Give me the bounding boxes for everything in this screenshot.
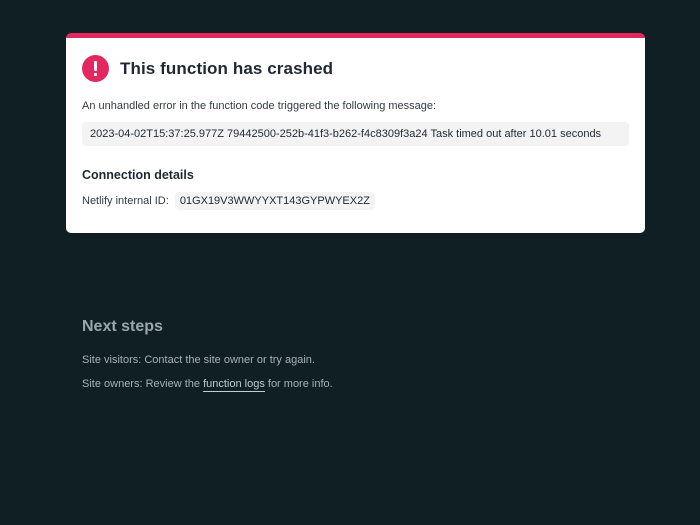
next-steps-heading: Next steps [82, 318, 163, 335]
function-logs-link[interactable]: function logs [203, 378, 265, 392]
site-owners-prefix: Site owners: Review the [82, 378, 204, 390]
site-owners-suffix: for more info. [264, 378, 333, 390]
internal-id-label: Netlify internal ID: [82, 195, 169, 207]
site-owners-text: Site owners: Review the function logs fo… [82, 378, 333, 392]
internal-id-row: Netlify internal ID: 01GX19V3WWYYXT143GY… [82, 192, 375, 210]
page-title: This function has crashed [120, 58, 334, 78]
connection-details-heading: Connection details [82, 168, 194, 182]
card-header: This function has crashed [82, 55, 333, 82]
site-visitors-text: Site visitors: Contact the site owner or… [82, 354, 315, 366]
error-message: 2023-04-02T15:37:25.977Z 79442500-252b-4… [82, 122, 629, 146]
exclamation-icon [82, 55, 109, 82]
error-card: This function has crashed An unhandled e… [66, 33, 645, 233]
internal-id-value: 01GX19V3WWYYXT143GYPWYEX2Z [174, 192, 375, 210]
error-intro-text: An unhandled error in the function code … [82, 100, 437, 112]
